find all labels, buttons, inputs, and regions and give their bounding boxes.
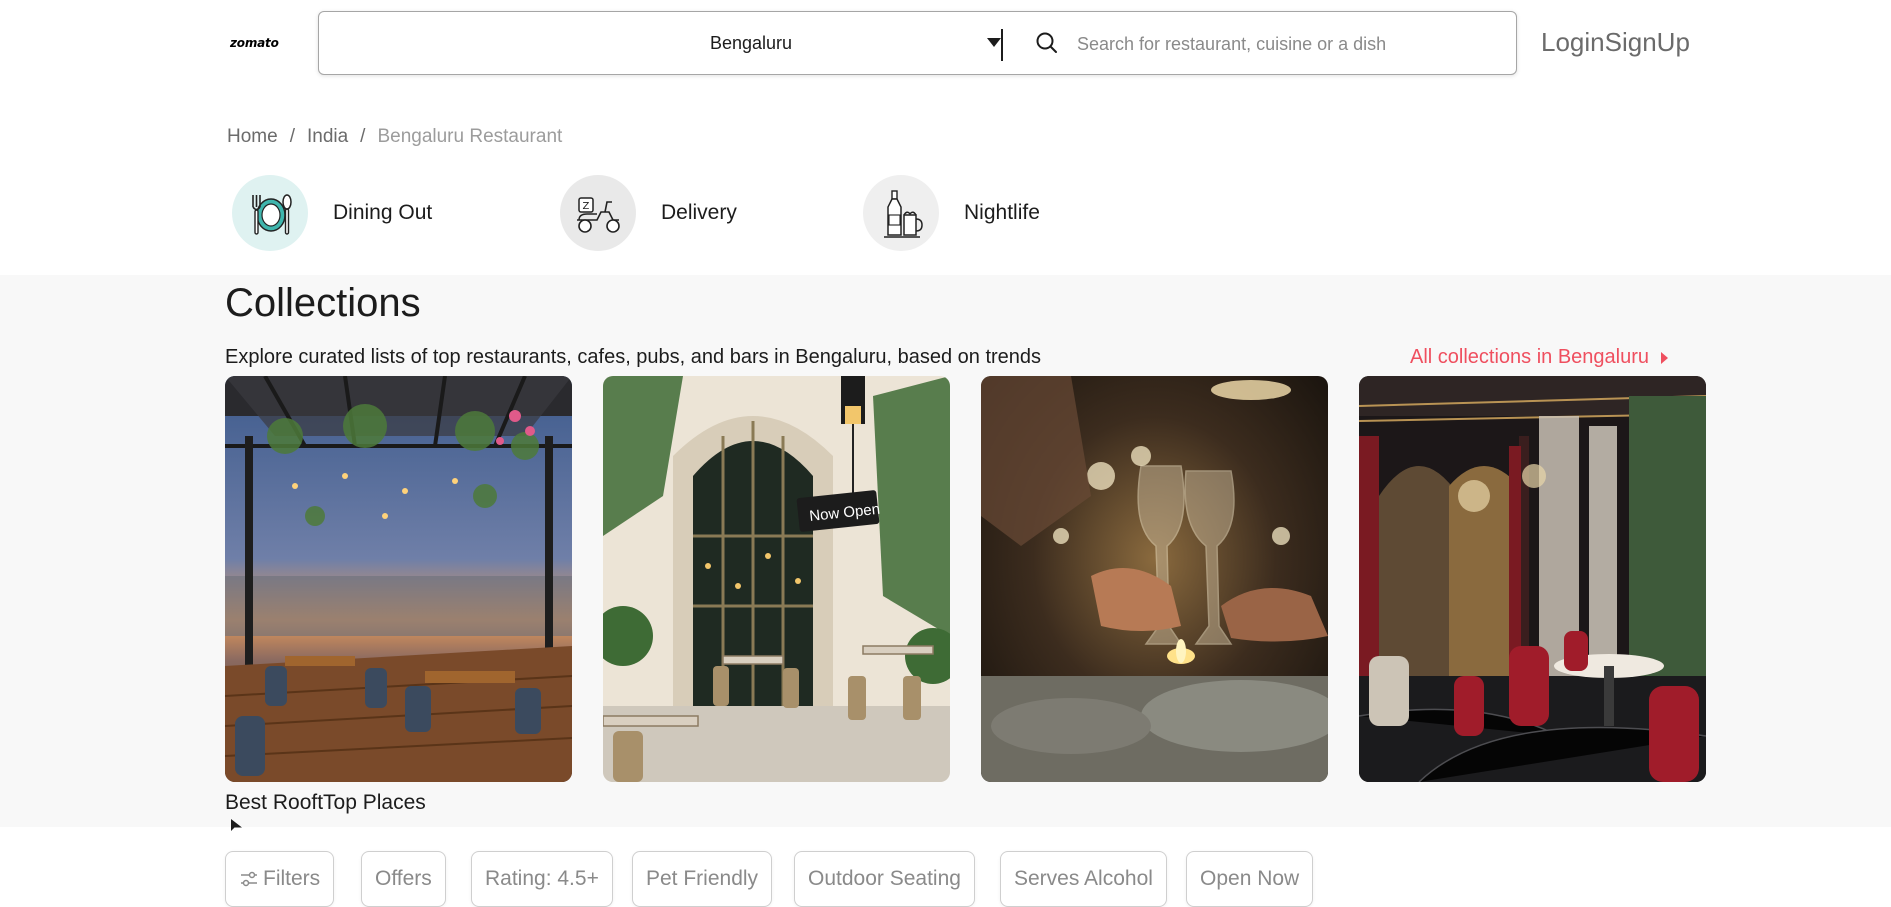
tab-delivery[interactable]: Z Delivery <box>560 174 737 252</box>
filter-chip-pet-friendly[interactable]: Pet Friendly <box>632 851 773 907</box>
tab-dining-out[interactable]: Dining Out <box>232 174 432 252</box>
luxury-dining-hall-image <box>1359 376 1706 782</box>
filter-chip-rating[interactable]: Rating: 4.5+ <box>471 851 613 907</box>
collections-title: Collections <box>225 281 421 325</box>
search-bar: Bengaluru <box>318 11 1517 75</box>
collection-card-luxury[interactable] <box>1359 376 1706 782</box>
auth-links: Login SignUp <box>1541 27 1690 58</box>
filter-sliders-icon <box>241 871 257 887</box>
breadcrumb-separator: / <box>360 126 366 147</box>
collection-card-caption: Best RooftTop Places <box>225 791 426 814</box>
filter-chip-open-now[interactable]: Open Now <box>1186 851 1314 907</box>
rooftop-terrace-image <box>225 376 572 782</box>
chevron-down-icon[interactable] <box>987 38 1001 47</box>
top-header: zomato Bengaluru LoginSignUp <box>0 0 1891 90</box>
collections-section: Collections Explore curated lists of top… <box>0 275 1891 831</box>
breadcrumb-current: Bengaluru Restaurant <box>377 126 563 147</box>
collection-card-now-open[interactable]: Now Open <box>603 376 950 782</box>
zomato-logo[interactable]: zomato <box>230 36 279 50</box>
breadcrumb-home[interactable]: Home <box>227 126 278 148</box>
collections-subtitle: Explore curated lists of top restaurants… <box>225 346 1042 368</box>
breadcrumb: Home / India / Bengaluru Restaurant <box>227 126 562 148</box>
search-icon <box>1036 32 1057 53</box>
all-collections-link[interactable]: All collections in Bengaluru <box>1410 346 1669 369</box>
tab-delivery-label: Delivery <box>661 201 737 224</box>
breadcrumb-india[interactable]: India <box>307 126 348 148</box>
login-link[interactable]: Login <box>1541 27 1605 58</box>
wine-toast-image <box>981 376 1328 782</box>
tab-nightlife-label: Nightlife <box>964 201 1040 224</box>
all-collections-label: All collections in Bengaluru <box>1410 346 1650 368</box>
collection-card-rooftop[interactable] <box>225 376 572 782</box>
search-divider <box>1001 29 1003 61</box>
svg-text:Z: Z <box>583 201 590 212</box>
signup-link[interactable]: SignUp <box>1605 27 1690 58</box>
mouse-pointer-icon <box>231 819 242 831</box>
nightlife-drinks-icon <box>863 175 939 251</box>
dining-out-icon <box>232 175 308 251</box>
filters-button[interactable]: Filters <box>225 851 335 907</box>
filter-chip-offers[interactable]: Offers <box>361 851 446 907</box>
filter-chip-serves-alcohol[interactable]: Serves Alcohol <box>1000 851 1167 907</box>
delivery-scooter-icon: Z <box>560 175 636 251</box>
now-open-cafe-image: Now Open <box>603 376 950 782</box>
collection-card-wine[interactable] <box>981 376 1328 782</box>
filters-label: Filters <box>263 867 321 890</box>
tab-nightlife[interactable]: Nightlife <box>863 174 1040 252</box>
search-input[interactable] <box>1077 26 1497 62</box>
tab-dining-out-label: Dining Out <box>333 201 433 224</box>
breadcrumb-separator: / <box>289 126 295 147</box>
caret-right-icon <box>1661 351 1669 364</box>
filter-chip-outdoor-seating[interactable]: Outdoor Seating <box>794 851 975 907</box>
location-selector-value[interactable]: Bengaluru <box>710 33 792 54</box>
